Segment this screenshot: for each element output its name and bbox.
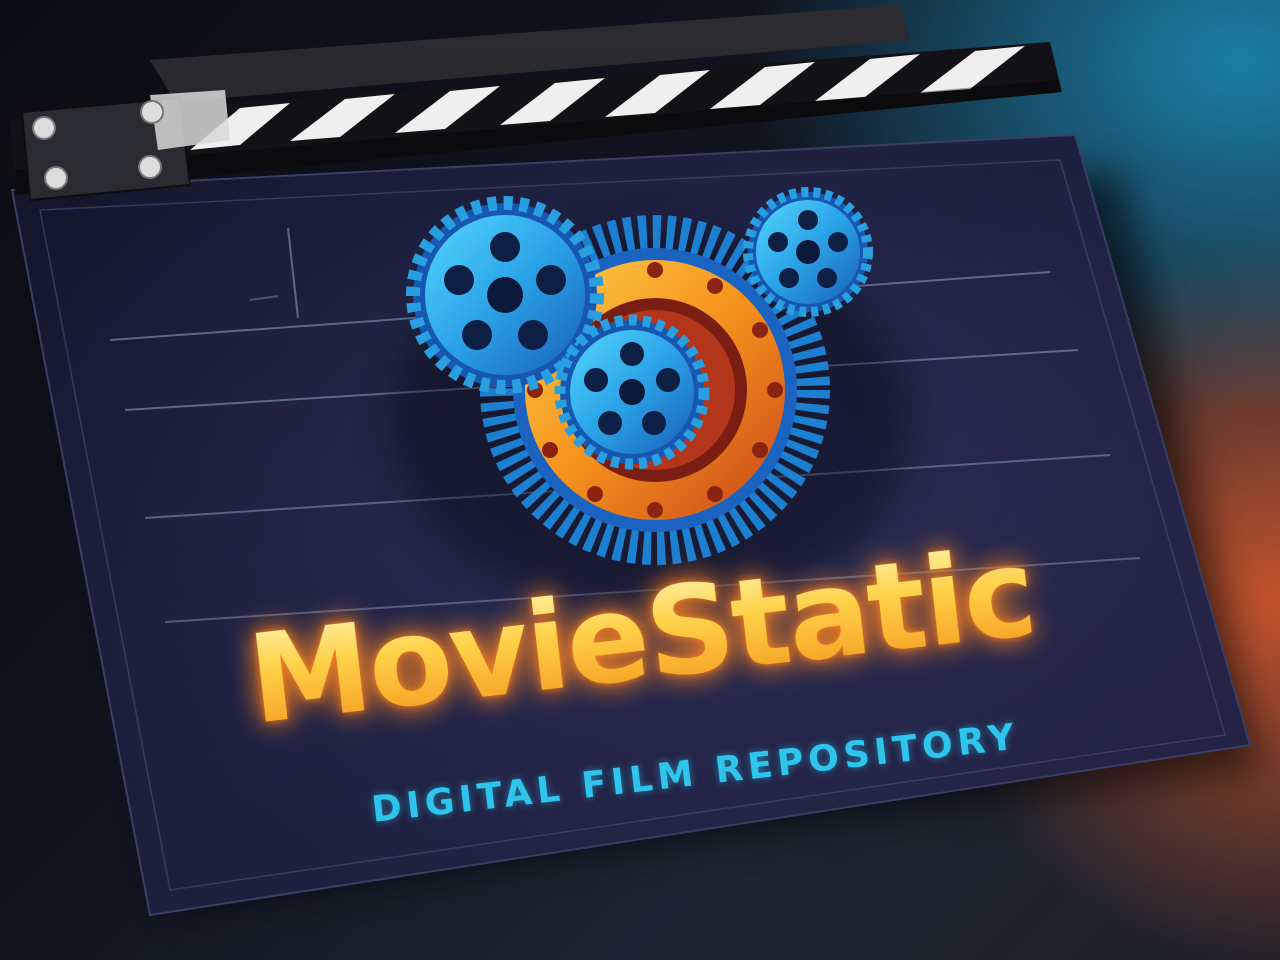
bolt-icon bbox=[32, 116, 56, 140]
movie-static-logo: MovieStatic DIGITAL FILM REPOSITORY bbox=[0, 0, 1280, 960]
clapperboard-graphic bbox=[10, 5, 1260, 917]
bolt-icon bbox=[44, 166, 68, 190]
gear-icon bbox=[554, 314, 710, 470]
bolt-icon bbox=[138, 155, 162, 179]
bolt-icon bbox=[140, 100, 164, 124]
gear-icon bbox=[743, 187, 873, 317]
